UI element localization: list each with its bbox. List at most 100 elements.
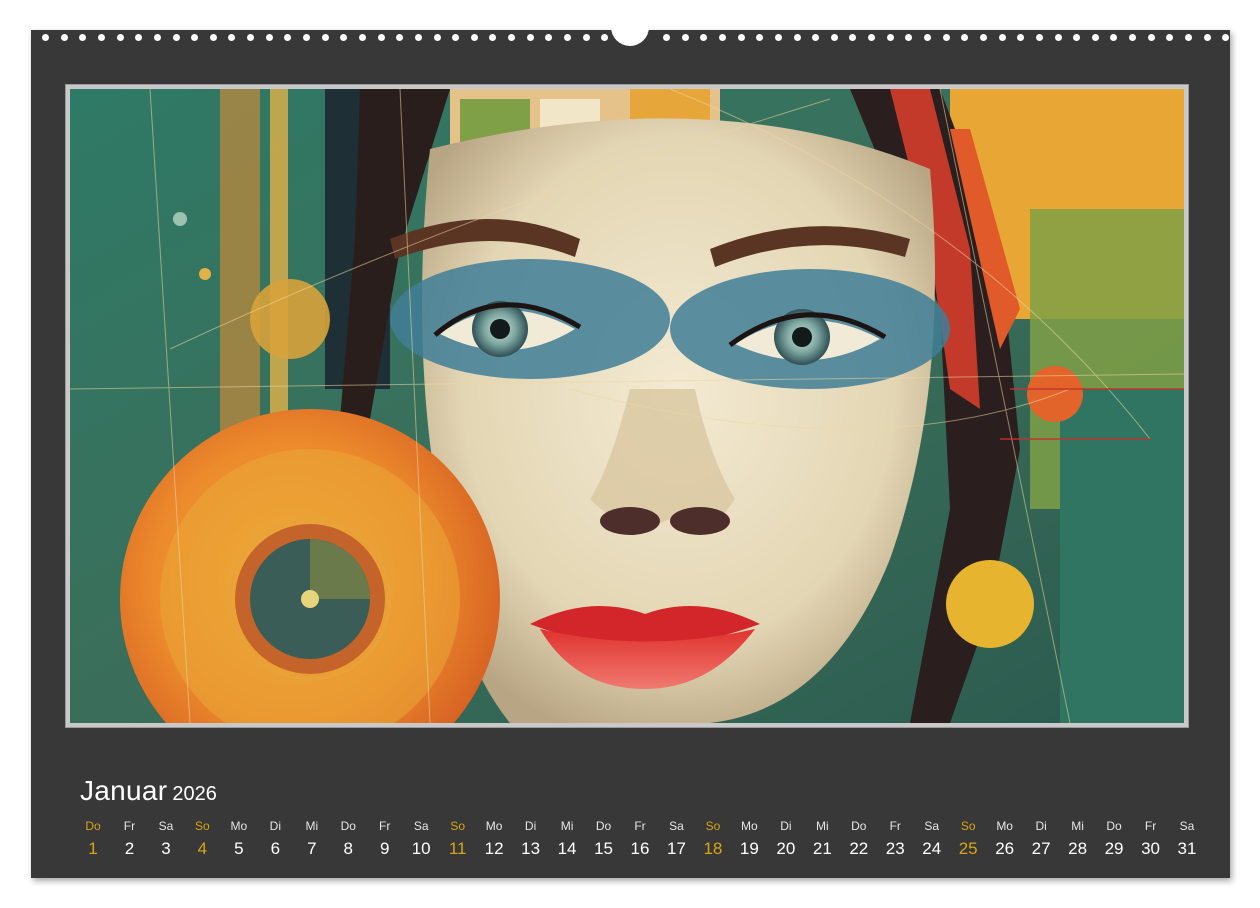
- weekday-label: Di: [1035, 819, 1047, 833]
- weekday-label: Do: [340, 819, 356, 833]
- month-name: Januar: [80, 775, 168, 806]
- binding-hole: [1222, 34, 1230, 41]
- binding-hole: [153, 34, 161, 41]
- binding-hole: [1054, 34, 1062, 41]
- binding-hole: [228, 34, 236, 41]
- binding-hole: [414, 34, 422, 41]
- artwork-image: [70, 89, 1184, 723]
- day-number: 7: [307, 839, 317, 858]
- binding-hole: [452, 34, 460, 41]
- binding-hole: [1017, 34, 1025, 41]
- binding-hole: [172, 34, 180, 41]
- day-cell: Di 6: [257, 817, 293, 860]
- day-cell: Di 13: [513, 817, 549, 860]
- binding-hole: [97, 34, 105, 41]
- day-cell: So 4: [184, 817, 220, 860]
- binding-hole: [998, 34, 1006, 41]
- day-cell: Mi 14: [549, 817, 585, 860]
- day-number: 24: [922, 839, 942, 858]
- day-number: 29: [1104, 839, 1124, 858]
- day-number: 11: [448, 839, 467, 858]
- binding-hole: [1110, 34, 1118, 41]
- day-number: 17: [666, 839, 686, 858]
- weekday-label: Mi: [815, 819, 829, 833]
- binding-hole: [42, 34, 49, 41]
- day-number: 3: [161, 839, 171, 858]
- day-number: 5: [234, 839, 244, 858]
- day-cell: Sa 24: [914, 817, 950, 860]
- binding-hole: [737, 34, 745, 41]
- day-cell: Sa 31: [1169, 817, 1205, 860]
- binding-hole: [1166, 34, 1174, 41]
- day-number: 21: [812, 839, 832, 858]
- binding-hole: [979, 34, 987, 41]
- day-cell: Mi 21: [804, 817, 840, 860]
- weekday-label: Mi: [560, 819, 574, 833]
- binding-hole: [961, 34, 969, 41]
- day-number: 2: [124, 839, 135, 858]
- binding-hole: [303, 34, 311, 41]
- day-cell: Do 8: [330, 817, 366, 860]
- weekday-label: Fr: [123, 819, 136, 833]
- weekday-label: Do: [595, 819, 612, 833]
- day-cell: Sa 10: [403, 817, 439, 860]
- day-number: 18: [703, 839, 723, 858]
- day-number: 15: [594, 839, 613, 858]
- binding-hole: [793, 34, 801, 41]
- weekday-label: Mo: [741, 819, 758, 833]
- day-number: 8: [343, 839, 353, 858]
- day-cell: Fr 16: [622, 817, 658, 860]
- weekday-label: Mo: [485, 819, 503, 833]
- weekday-label: Sa: [924, 819, 940, 833]
- day-number: 30: [1141, 839, 1160, 858]
- binding-hole: [135, 34, 143, 41]
- binding-hole: [1241, 34, 1248, 41]
- binding-hole: [1129, 34, 1137, 41]
- day-number: 26: [995, 839, 1015, 858]
- binding-hole: [1091, 34, 1099, 41]
- binding-hole: [1203, 34, 1211, 41]
- binding-hole: [1073, 34, 1081, 41]
- day-number: 4: [197, 839, 208, 858]
- weekday-label: Sa: [413, 819, 429, 833]
- binding-hole: [700, 34, 708, 41]
- day-number: 12: [484, 839, 504, 858]
- binding-hole: [886, 34, 894, 41]
- binding-hole: [924, 34, 932, 41]
- binding-hole: [545, 34, 553, 41]
- binding-hole: [905, 34, 913, 41]
- calendar-page: Januar 2026 Do 1 Fr 2 Sa 3 So 4 Mo 5 Di 6 Mi 7 Do 8 Fr 9 Sa…: [31, 8, 1248, 878]
- binding-hole: [284, 34, 292, 41]
- day-number: 1: [88, 839, 98, 858]
- weekday-label: So: [705, 819, 721, 833]
- day-number: 6: [270, 839, 281, 858]
- day-cell: Di 27: [1023, 817, 1059, 860]
- day-number: 14: [557, 839, 577, 858]
- day-cell: Di 20: [768, 817, 804, 860]
- day-cell: Sa 17: [658, 817, 694, 860]
- weekday-label: Di: [269, 819, 281, 833]
- day-cell: Fr 23: [877, 817, 913, 860]
- binding-hole: [582, 34, 590, 41]
- binding-hole: [489, 34, 497, 41]
- weekday-label: Mo: [996, 819, 1013, 833]
- binding-hole: [265, 34, 273, 41]
- weekday-label: So: [195, 819, 210, 833]
- binding-hole: [526, 34, 534, 41]
- binding-hole: [812, 34, 820, 41]
- weekday-label: Fr: [634, 819, 646, 833]
- day-number: 22: [849, 839, 869, 858]
- binding-hole: [116, 34, 124, 41]
- binding-hole: [601, 34, 609, 41]
- day-cell: Mo 26: [987, 817, 1023, 860]
- day-cell: Mo 5: [221, 817, 257, 860]
- weekday-label: Do: [851, 819, 867, 833]
- day-cell: Do 15: [586, 817, 622, 860]
- weekday-label: Mi: [1071, 819, 1084, 833]
- binding-hole: [377, 34, 385, 41]
- binding-hole: [868, 34, 876, 41]
- binding-hole: [340, 34, 348, 41]
- day-number: 16: [630, 839, 650, 858]
- hanger-notch: [611, 8, 649, 46]
- day-number: 9: [379, 839, 390, 858]
